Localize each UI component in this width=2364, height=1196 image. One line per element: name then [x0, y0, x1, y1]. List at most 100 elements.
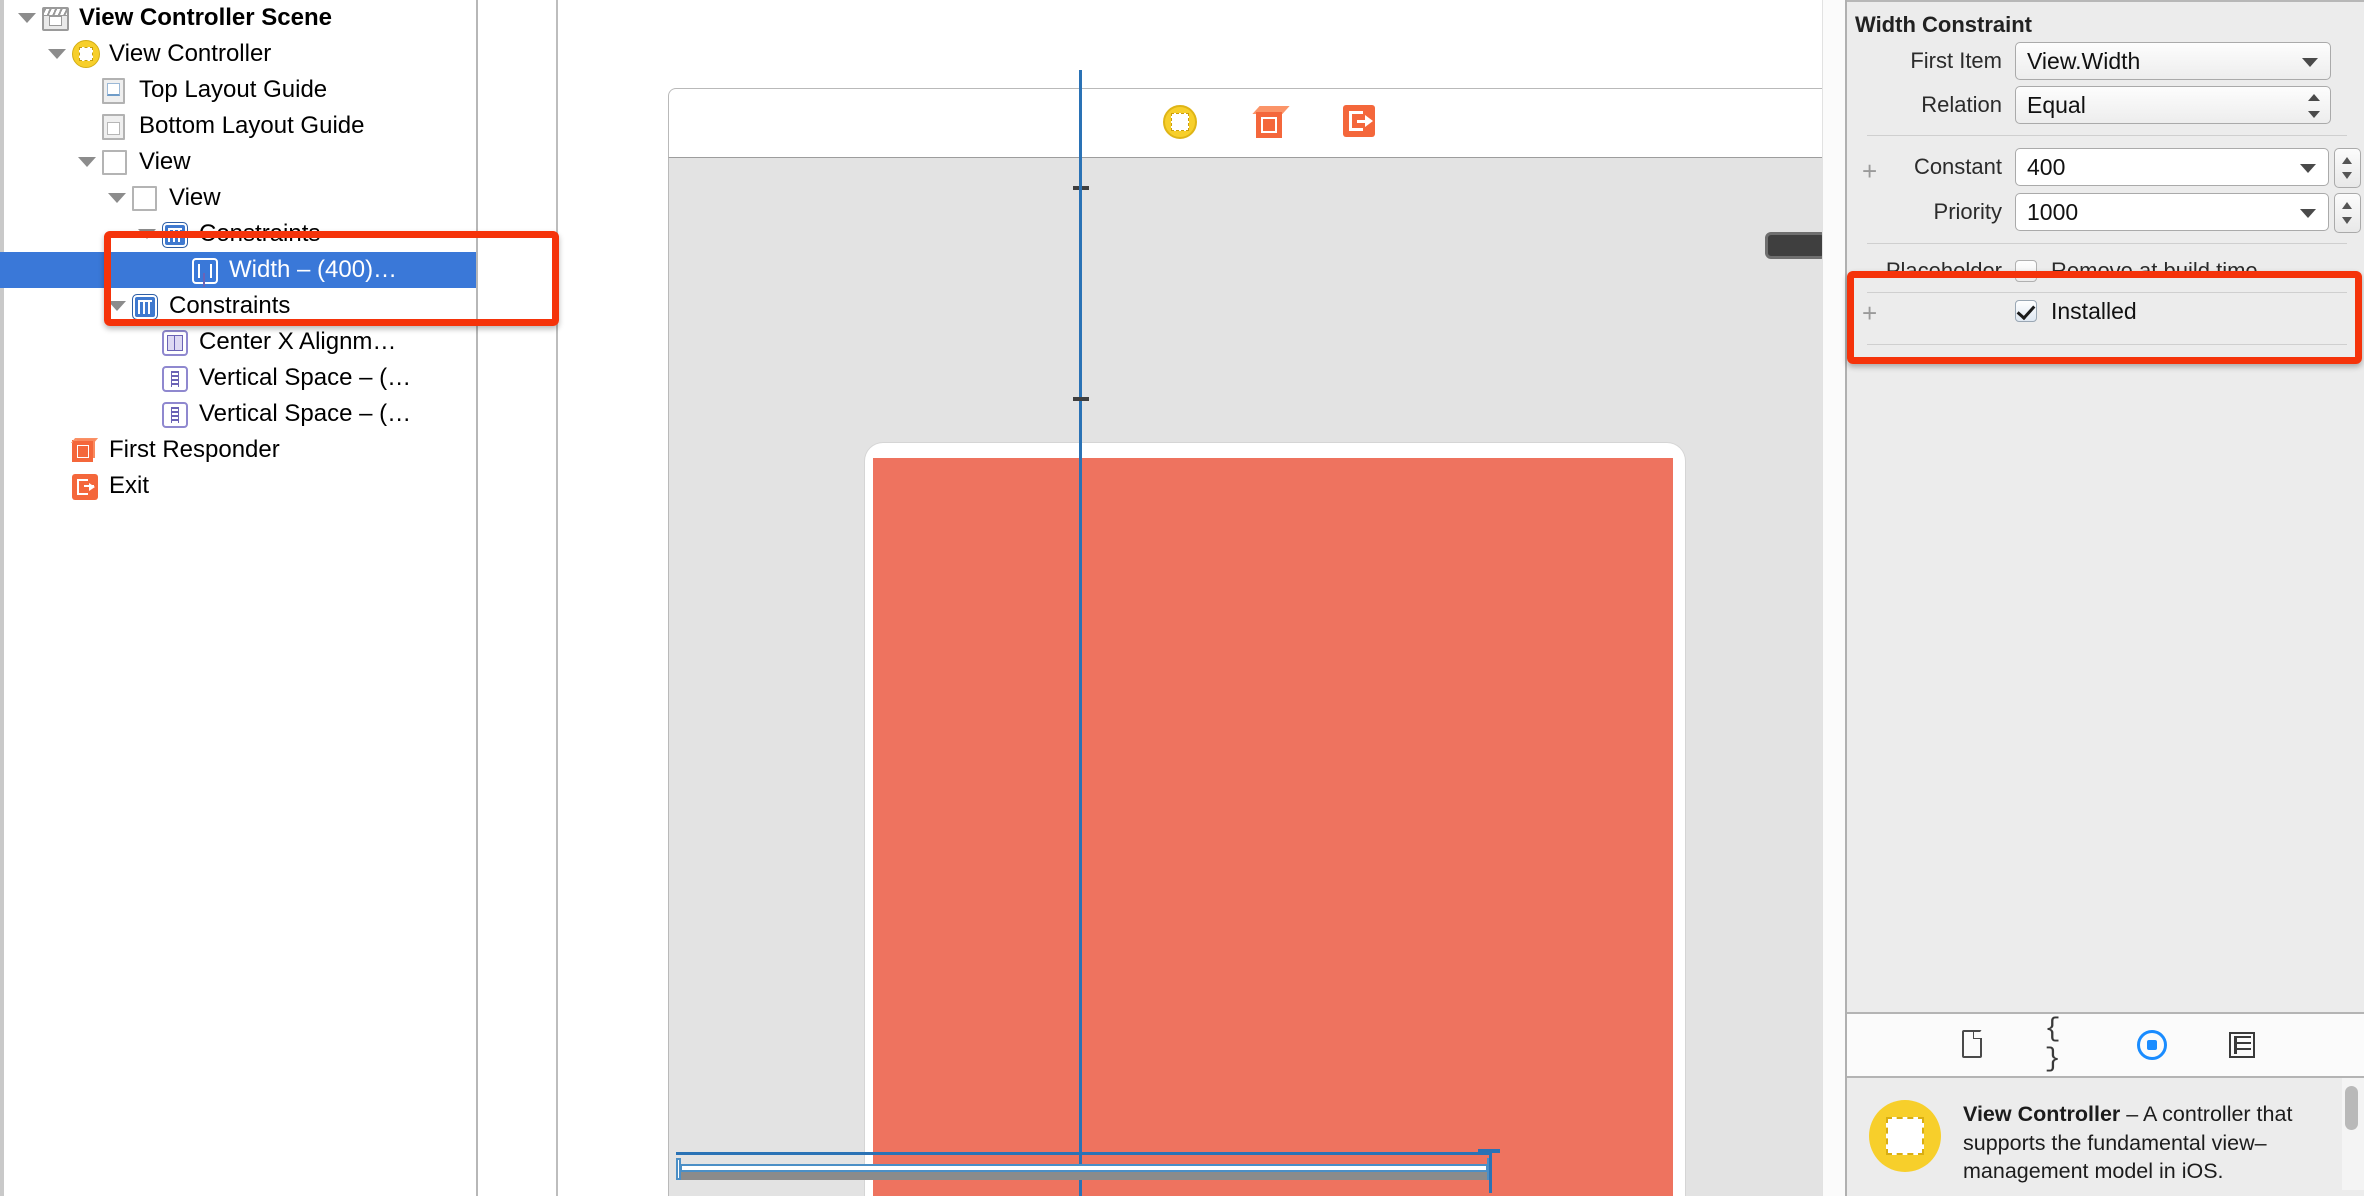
chevron-down-icon [2302, 58, 2318, 67]
outline-row-label: Constraints [169, 292, 291, 319]
priority-value[interactable]: 1000 [2016, 199, 2078, 226]
outline-row-12[interactable]: First Responder [0, 432, 476, 468]
root-view[interactable] [865, 443, 1685, 1196]
inspector-title: Width Constraint [1855, 12, 2032, 37]
outline-row-label: Vertical Space – (… [199, 364, 412, 391]
outline-row-5[interactable]: View [0, 180, 476, 216]
installed-checkbox[interactable] [2015, 300, 2037, 322]
outline-row-label: Exit [109, 472, 150, 499]
view-controller-scene[interactable] [668, 88, 1845, 1196]
updown-stepper-icon[interactable] [2308, 94, 2320, 118]
priority-label: Priority [1933, 199, 2002, 224]
outline-row-label: Vertical Space – (… [199, 400, 412, 427]
outline-row-13[interactable]: Exit [0, 468, 476, 504]
library-item-text: View Controller – A controller that supp… [1963, 1100, 2293, 1186]
placeholder-label: Placeholder [1885, 258, 2002, 283]
outline-row-2[interactable]: Top Layout Guide [0, 72, 476, 108]
constant-stepper[interactable] [2334, 148, 2361, 188]
object-library-list[interactable]: View Controller – A controller that supp… [1847, 1078, 2342, 1196]
inspector-top-rule [1847, 0, 2364, 2]
top-layout-guide-icon [102, 76, 130, 104]
outline-row-6[interactable]: Constraints [0, 216, 476, 252]
view-controller-icon[interactable] [1162, 105, 1199, 141]
first-responder-icon[interactable] [1251, 105, 1290, 141]
exit-icon[interactable] [1342, 105, 1379, 141]
field-placeholder: Placeholder Remove at build time [1847, 252, 2364, 290]
constant-combo[interactable]: 400 [2015, 148, 2329, 186]
chevron-down-icon[interactable] [2300, 209, 2316, 218]
center-x-alignment-icon [162, 328, 190, 356]
scene-dock[interactable] [668, 88, 1845, 158]
view-icon [102, 148, 130, 176]
outline-row-9[interactable]: Center X Alignm… [0, 324, 476, 360]
outline-row-label: Center X Alignm… [199, 328, 397, 355]
disclosure-spacer [134, 365, 160, 391]
disclosure-spacer [44, 437, 70, 463]
subview-red-box[interactable] [873, 458, 1673, 1196]
vertical-space-icon [162, 364, 190, 392]
placeholder-option-label: Remove at build time [2051, 258, 2258, 283]
placeholder-checkbox[interactable] [2015, 260, 2037, 282]
disclosure-spacer [74, 113, 100, 139]
constraints-icon [162, 220, 190, 248]
outline-row-label: View [169, 184, 221, 211]
relation-label: Relation [1921, 92, 2002, 117]
relation-value: Equal [2027, 91, 2086, 118]
first-item-label: First Item [1910, 48, 2002, 73]
field-constant: Constant 400 [1847, 148, 2364, 186]
constant-value[interactable]: 400 [2016, 154, 2065, 181]
media-library-tab[interactable] [2225, 1028, 2259, 1062]
width-constraint-indicator[interactable] [676, 1149, 1500, 1193]
disclosure-triangle-icon[interactable] [74, 149, 100, 175]
vertical-space-icon [162, 400, 190, 428]
document-outline-panel: View Controller Scene View Controller Top … [0, 0, 478, 1196]
disclosure-triangle-icon[interactable] [104, 293, 130, 319]
exit-icon [72, 472, 100, 500]
outline-row-label: Constraints [199, 220, 321, 247]
disclosure-spacer [164, 257, 190, 283]
disclosure-triangle-icon[interactable] [134, 221, 160, 247]
outline-row-4[interactable]: View [0, 144, 476, 180]
disclosure-spacer [44, 473, 70, 499]
outline-row-10[interactable]: Vertical Space – (… [0, 360, 476, 396]
field-relation: Relation Equal [1847, 86, 2364, 124]
outline-row-7[interactable]: Width – (400)… [0, 252, 476, 288]
field-installed: Installed [2015, 292, 2364, 330]
relation-popup[interactable]: Equal [2015, 86, 2331, 124]
library-item-title: View Controller [1963, 1102, 2121, 1126]
interface-builder-canvas[interactable] [478, 0, 1845, 1196]
outline-row-1[interactable]: View Controller [0, 36, 476, 72]
outline-row-0[interactable]: View Controller Scene [0, 0, 476, 36]
canvas-vertical-scrollbar[interactable] [1822, 0, 1845, 1196]
object-library-tab[interactable] [2135, 1028, 2169, 1062]
vertical-space-constraint-indicator[interactable] [1073, 186, 1089, 401]
installed-label: Installed [2051, 297, 2137, 324]
constant-label: Constant [1913, 154, 2002, 179]
attributes-inspector-panel: Width Constraint First Item View.Width R… [1845, 0, 2364, 1196]
chevron-down-icon[interactable] [2300, 164, 2316, 173]
first-item-popup[interactable]: View.Width [2015, 42, 2331, 80]
divider-4 [1867, 344, 2347, 345]
outline-row-11[interactable]: Vertical Space – (… [0, 396, 476, 432]
field-priority: Priority 1000 [1847, 193, 2364, 231]
outline-row-3[interactable]: Bottom Layout Guide [0, 108, 476, 144]
file-template-library-tab[interactable] [1955, 1028, 1989, 1062]
disclosure-triangle-icon[interactable] [44, 41, 70, 67]
installed-add-variation-button[interactable]: + [1862, 300, 1877, 326]
outline-row-8[interactable]: Constraints [0, 288, 476, 324]
constraints-icon [132, 292, 160, 320]
library-scroll-thumb[interactable] [2345, 1086, 2358, 1130]
priority-stepper[interactable] [2334, 193, 2361, 233]
code-snippet-library-tab[interactable]: { } [2045, 1015, 2079, 1075]
priority-combo[interactable]: 1000 [2015, 193, 2329, 231]
disclosure-triangle-icon[interactable] [14, 5, 40, 31]
canvas-left-border [556, 0, 558, 1196]
library-tab-bar[interactable]: { } [1847, 1014, 2364, 1076]
view-controller-icon [1869, 1100, 1941, 1172]
disclosure-spacer [74, 77, 100, 103]
list-item[interactable]: View Controller – A controller that supp… [1847, 1078, 2342, 1186]
disclosure-triangle-icon[interactable] [104, 185, 130, 211]
field-first-item: First Item View.Width [1847, 42, 2364, 80]
outline-row-label: Top Layout Guide [139, 76, 328, 103]
device-canvas-body[interactable] [668, 158, 1845, 1196]
